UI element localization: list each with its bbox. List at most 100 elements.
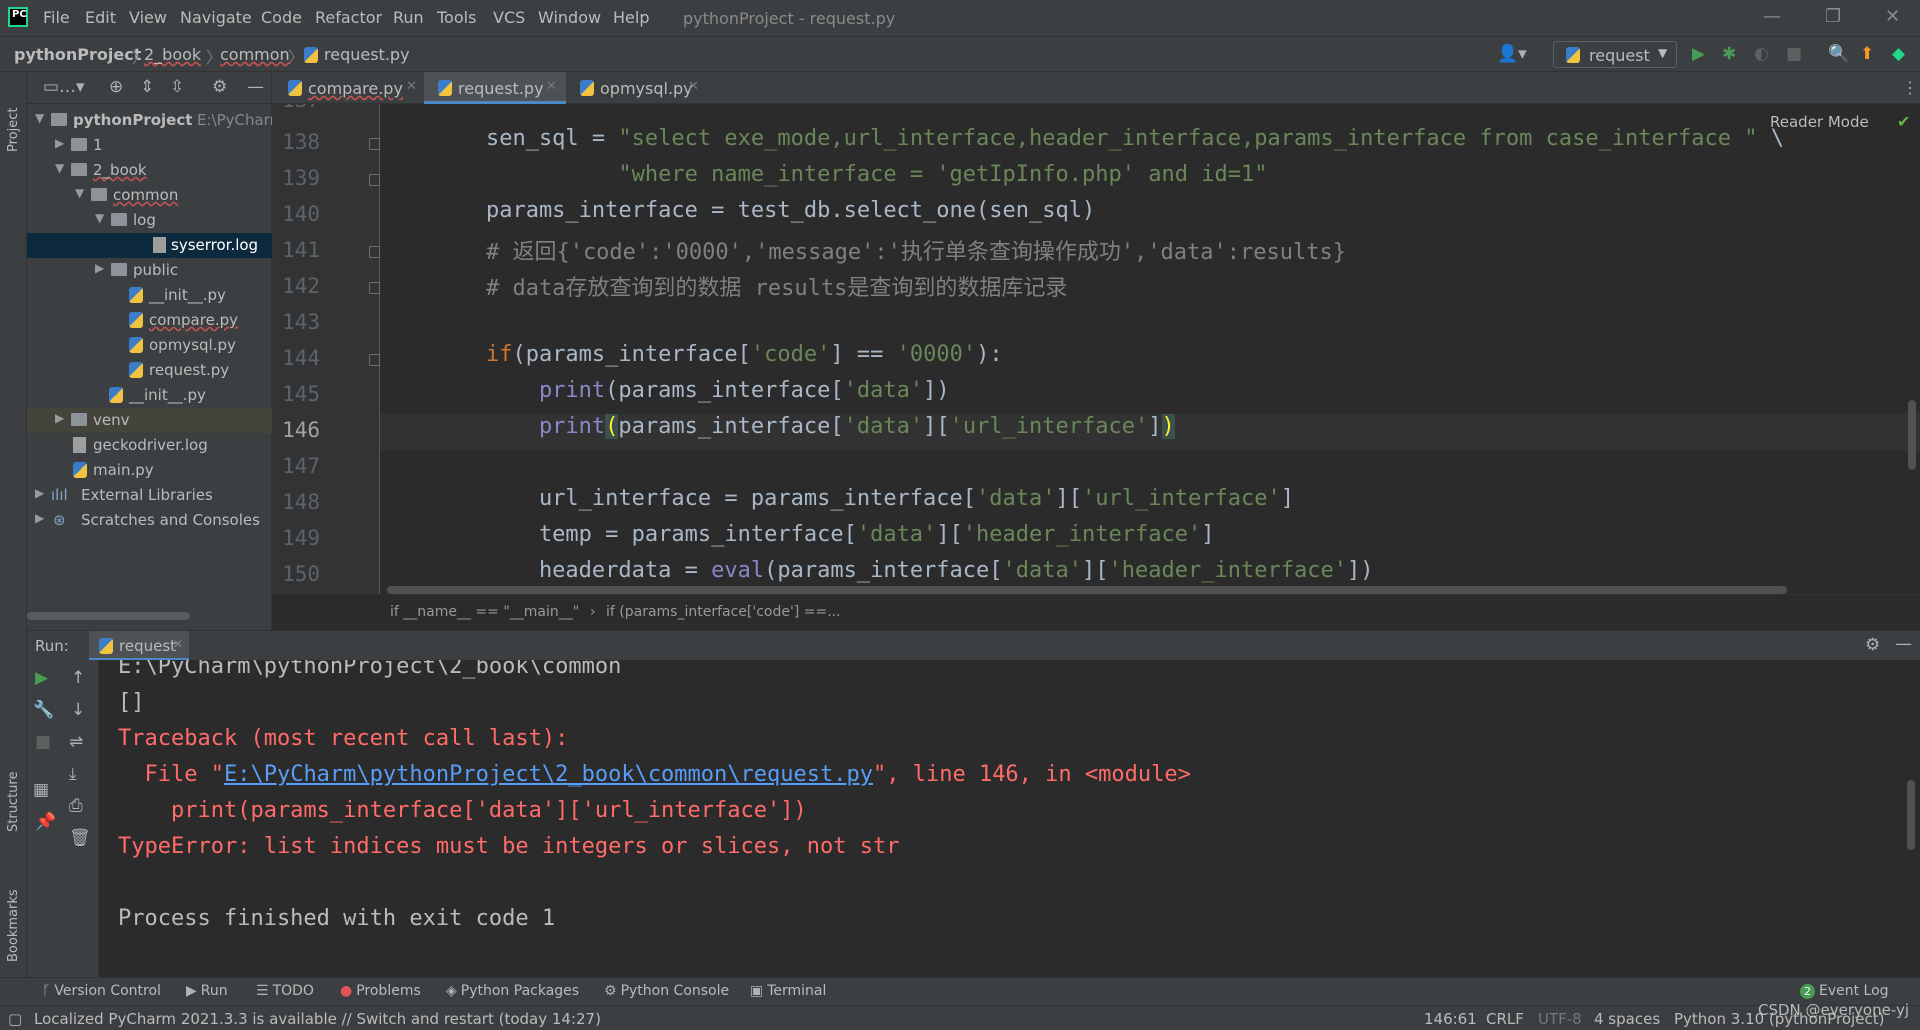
rerun-icon[interactable]: ▶ [35,668,48,688]
fold-marker-icon[interactable] [369,282,380,294]
code-editor[interactable]: 137 138 139 140 141 142 143 144 145 146 … [272,104,1920,594]
panel-layout-icon[interactable]: ▭…▾ [43,77,85,97]
minimize-icon[interactable]: — [1763,6,1781,27]
menu-navigate[interactable]: Navigate [180,8,252,27]
code-crumb-main[interactable]: if __name__ == "__main__" [390,604,579,620]
gear-icon[interactable]: ⚙ [1865,635,1880,655]
menu-edit[interactable]: Edit [85,8,116,27]
wrench-icon[interactable]: 🔧 [33,700,54,720]
tree-item-log[interactable]: ▼ log [27,208,272,233]
tree-item-external-libraries[interactable]: ▶ ılıl External Libraries [27,483,272,508]
search-icon[interactable]: 🔍 [1828,44,1849,64]
hide-panel-icon[interactable]: — [1895,634,1912,654]
tree-item-2-book[interactable]: ▼ 2_book [27,158,272,183]
tree-item-public[interactable]: ▶ public [27,258,272,283]
tab-opmysql-py[interactable]: opmysql.py ✕ [566,72,708,104]
toolwindow-terminal[interactable]: ▣ Terminal [750,983,826,999]
toolwindow-python-console[interactable]: ⚙ Python Console [604,983,729,999]
vertical-scrollbar[interactable] [1908,400,1916,470]
fold-marker-icon[interactable] [369,354,380,366]
tree-item-init-py-root[interactable]: __init__.py [27,383,272,408]
toolwindow-python-packages[interactable]: ◈ Python Packages [446,983,579,999]
tree-item-init-py[interactable]: __init__.py [27,283,272,308]
run-console[interactable]: E:\PyCharm\pythonProject\2_book\common [… [99,660,1920,977]
soft-wrap-icon[interactable]: ⇌ [69,732,83,752]
bookmarks-tool-button[interactable]: Bookmarks [6,889,21,962]
file-encoding[interactable]: UTF-8 [1538,1010,1582,1028]
coverage-icon[interactable]: ◐ [1754,44,1769,64]
user-icon[interactable]: 👤▾ [1497,44,1527,64]
horizontal-scrollbar[interactable] [387,586,1787,594]
breadcrumb-2-book[interactable]: 2_book [144,45,201,64]
fold-marker-icon[interactable] [369,138,380,150]
menu-refactor[interactable]: Refactor [315,8,382,27]
print-icon[interactable]: ⎙ [69,796,83,816]
tree-item-pythonproject[interactable]: ▼ pythonProject E:\PyCharm [27,108,272,133]
stop-icon[interactable]: ■ [1786,44,1802,64]
breadcrumb-project[interactable]: pythonProject [14,45,141,64]
vertical-scrollbar[interactable] [1907,780,1915,850]
code-crumb-if[interactable]: if (params_interface['code'] ==... [606,604,841,620]
inspection-ok-icon[interactable]: ✔ [1897,112,1910,131]
tree-item-syserror-log[interactable]: syserror.log [27,233,272,258]
menu-code[interactable]: Code [261,8,302,27]
tab-compare-py[interactable]: compare.py ✕ [272,72,424,104]
menu-run[interactable]: Run [393,8,424,27]
caret-position[interactable]: 146:61 [1424,1010,1477,1028]
layout-toggle-icon[interactable]: ▢ [8,1010,22,1028]
locate-icon[interactable]: ⊕ [109,77,123,97]
close-icon[interactable]: ✕ [688,79,699,94]
run-tab-request[interactable]: request ✕ [89,631,189,661]
breadcrumb-request-py[interactable]: request.py [324,45,410,64]
file-link[interactable]: E:\PyCharm\pythonProject\2_book\common\r… [224,762,873,787]
tree-item-common[interactable]: ▼ common [27,183,272,208]
collapse-all-icon[interactable]: ⇳ [170,77,184,97]
debug-icon[interactable]: ✱ [1722,44,1736,64]
fold-marker-icon[interactable] [369,174,380,186]
close-icon[interactable]: ✕ [546,79,557,94]
breadcrumb-common[interactable]: common [220,45,290,64]
pin-icon[interactable]: 📌 [35,812,56,832]
tab-request-py[interactable]: request.py ✕ [424,72,566,104]
tree-item-opmysql-py[interactable]: opmysql.py [27,333,272,358]
structure-tool-button[interactable]: Structure [6,772,21,832]
tree-item-main-py[interactable]: main.py [27,458,272,483]
line-separator[interactable]: CRLF [1486,1010,1524,1028]
jetbrains-icon[interactable]: ◆ [1892,44,1905,64]
horizontal-scrollbar[interactable] [27,612,190,620]
gear-icon[interactable]: ⚙ [212,77,227,97]
restore-icon[interactable]: ❐ [1825,6,1841,27]
scroll-to-end-icon[interactable]: ⤓ [69,764,77,784]
tree-item-request-py[interactable]: request.py [27,358,272,383]
menu-file[interactable]: File [43,8,70,27]
run-icon[interactable]: ▶ [1692,44,1705,64]
tree-item-scratches[interactable]: ▶ ⊛ Scratches and Consoles [27,508,272,533]
indent-setting[interactable]: 4 spaces [1594,1010,1660,1028]
hide-panel-icon[interactable]: — [247,77,264,97]
close-icon[interactable]: ✕ [173,637,183,651]
run-configuration-select[interactable]: request ▼ [1553,41,1677,68]
fold-marker-icon[interactable] [369,246,380,258]
more-tabs-icon[interactable]: ⋮ [1902,78,1918,97]
arrow-down-icon[interactable]: ↓ [71,700,85,720]
arrow-up-icon[interactable]: ↑ [71,668,85,688]
stop-icon[interactable]: ■ [35,732,51,752]
close-icon[interactable]: ✕ [406,79,417,94]
project-tool-button[interactable]: Project [6,108,21,152]
tree-item-geckodriver-log[interactable]: geckodriver.log [27,433,272,458]
menu-vcs[interactable]: VCS [493,8,525,27]
close-window-icon[interactable]: ✕ [1885,6,1900,27]
toolwindow-run[interactable]: ▶ Run [186,983,228,999]
toolwindow-todo[interactable]: ☰ TODO [256,983,314,999]
toolwindow-problems[interactable]: ● Problems [340,983,421,999]
tree-item-venv[interactable]: ▶ venv [27,408,272,433]
tree-item-1[interactable]: ▶ 1 [27,133,272,158]
menu-window[interactable]: Window [538,8,601,27]
menu-tools[interactable]: Tools [437,8,476,27]
expand-all-icon[interactable]: ⇕ [140,77,154,97]
update-icon[interactable]: ⬆ [1860,44,1874,64]
tree-item-compare-py[interactable]: compare.py [27,308,272,333]
reader-mode-button[interactable]: Reader Mode [1770,113,1869,131]
toolwindow-version-control[interactable]: ᚴ Version Control [42,983,161,999]
event-log-button[interactable]: 2 Event Log [1800,983,1889,999]
